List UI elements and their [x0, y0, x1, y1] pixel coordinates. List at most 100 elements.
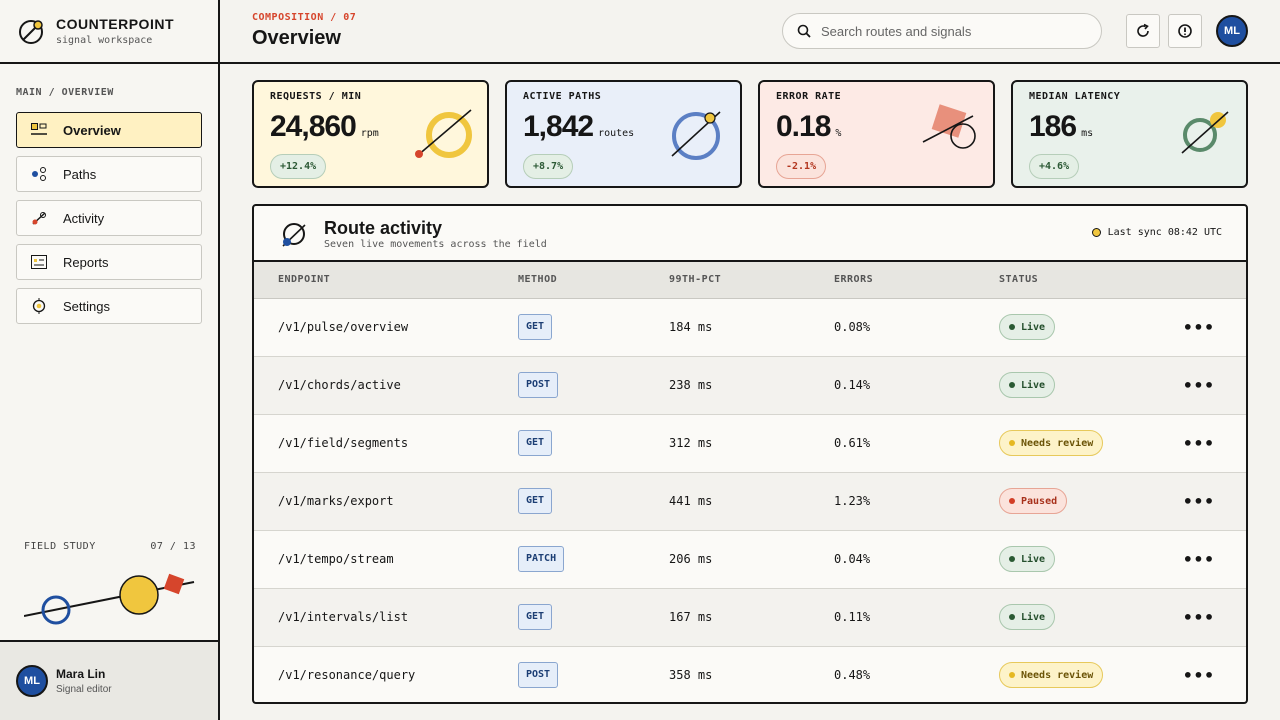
brand-name: COUNTERPOINT	[56, 16, 174, 32]
actions-cell: •••	[1169, 356, 1246, 415]
status-badge: Needs review	[999, 662, 1104, 688]
route-activity-panel: Route activity Seven live movements acro…	[252, 204, 1248, 704]
column-header-status[interactable]: STATUS	[999, 262, 1169, 299]
table-header-row: ENDPOINT METHOD 99TH-PCT ERRORS STATUS	[254, 262, 1246, 299]
route-activity-icon	[282, 223, 306, 247]
table-row[interactable]: /v1/field/segments GET 312 ms 0.61% Need…	[254, 414, 1246, 473]
status-badge: Live	[999, 546, 1056, 572]
status-cell: Needs review	[999, 646, 1169, 702]
column-header-p99[interactable]: 99TH-PCT	[669, 262, 834, 299]
table-row[interactable]: /v1/intervals/list GET 167 ms 0.11% Live…	[254, 588, 1246, 647]
table-row[interactable]: /v1/marks/export GET 441 ms 1.23% Paused…	[254, 472, 1246, 531]
status-dot-icon	[1009, 614, 1015, 620]
panel-title: Route activity	[324, 218, 443, 238]
endpoint-cell: /v1/pulse/overview	[254, 298, 518, 357]
nav-section-label: MAIN / OVERVIEW	[16, 87, 114, 98]
sidebar-item-paths[interactable]: Paths	[16, 156, 202, 192]
kpi-delta-badge: +12.4%	[270, 154, 327, 179]
kpi-label: ACTIVE PATHS	[523, 91, 602, 102]
sidebar-item-label: Overview	[63, 122, 121, 138]
more-options-icon[interactable]: •••	[1169, 550, 1215, 569]
search-icon	[797, 24, 811, 38]
method-cell: GET	[518, 298, 669, 357]
table-row[interactable]: /v1/pulse/overview GET 184 ms 0.08% Live…	[254, 298, 1246, 357]
column-header-errors[interactable]: ERRORS	[834, 262, 999, 299]
user-name: Mara Lin	[56, 667, 106, 681]
method-cell: GET	[518, 414, 669, 473]
brand-subtitle: signal workspace	[56, 35, 153, 46]
status-dot-icon	[1009, 672, 1015, 678]
method-cell: GET	[518, 472, 669, 531]
page-title: Overview	[252, 27, 341, 49]
header-avatar[interactable]: ML	[1216, 15, 1248, 47]
kpi-delta-badge: -2.1%	[776, 154, 827, 179]
status-cell: Needs review	[999, 414, 1169, 473]
actions-cell: •••	[1169, 472, 1246, 531]
kpi-card-error-rate[interactable]: ERROR RATE 0.18% -2.1%	[758, 80, 995, 188]
errors-cell: 0.04%	[834, 530, 999, 589]
user-profile[interactable]: ML Mara Lin Signal editor	[0, 640, 218, 720]
sidebar-item-label: Reports	[63, 254, 109, 270]
more-options-icon[interactable]: •••	[1169, 492, 1215, 511]
method-badge: GET	[518, 604, 553, 630]
kpi-delta-badge: +4.6%	[1029, 154, 1080, 179]
last-sync-status: Last sync 08:42 UTC	[1091, 227, 1222, 238]
kpi-card-active-paths[interactable]: ACTIVE PATHS 1,842 routes +8.7%	[505, 80, 742, 188]
kpi-card-median-latency[interactable]: MEDIAN LATENCY 186 ms +4.6%	[1011, 80, 1248, 188]
kpi-value: 186 ms	[1029, 110, 1094, 143]
p99-cell: 238 ms	[669, 356, 834, 415]
kpi-value: 24,860 rpm	[270, 110, 379, 143]
method-badge: GET	[518, 488, 553, 514]
kpi-value: 1,842 routes	[523, 110, 635, 143]
status-dot-icon	[1009, 556, 1015, 562]
brand[interactable]: COUNTERPOINT signal workspace	[0, 0, 218, 64]
alert-icon	[1178, 24, 1192, 38]
method-badge: GET	[518, 314, 553, 340]
method-badge: POST	[518, 372, 559, 398]
p99-cell: 441 ms	[669, 472, 834, 531]
kpi-label: ERROR RATE	[776, 91, 842, 102]
endpoint-cell: /v1/intervals/list	[254, 588, 518, 647]
more-options-icon[interactable]: •••	[1169, 666, 1215, 685]
endpoint-cell: /v1/tempo/stream	[254, 530, 518, 589]
sidebar-nav: Overview Paths Activity Reports Settings	[16, 112, 202, 332]
column-header-method[interactable]: METHOD	[518, 262, 669, 299]
p99-cell: 184 ms	[669, 298, 834, 357]
breadcrumb: COMPOSITION / 07	[252, 12, 357, 23]
sidebar-item-reports[interactable]: Reports	[16, 244, 202, 280]
endpoint-cell: /v1/resonance/query	[254, 646, 518, 702]
actions-cell: •••	[1169, 646, 1246, 702]
field-study-count: 07 / 13	[150, 541, 196, 552]
status-dot-icon	[1009, 440, 1015, 446]
more-options-icon[interactable]: •••	[1169, 434, 1215, 453]
search-input[interactable]	[821, 23, 1081, 39]
route-table: ENDPOINT METHOD 99TH-PCT ERRORS STATUS /…	[254, 262, 1246, 702]
kpi-delta-badge: +8.7%	[523, 154, 574, 179]
status-cell: Live	[999, 298, 1169, 357]
column-header-endpoint[interactable]: ENDPOINT	[254, 262, 518, 299]
sidebar-item-activity[interactable]: Activity	[16, 200, 202, 236]
sidebar-item-label: Settings	[63, 298, 110, 314]
kpi-unit: routes	[598, 128, 635, 139]
sync-text: Last sync 08:42 UTC	[1107, 227, 1222, 238]
more-options-icon[interactable]: •••	[1169, 376, 1215, 395]
sidebar-item-settings[interactable]: Settings	[16, 288, 202, 324]
table-row[interactable]: /v1/tempo/stream PATCH 206 ms 0.04% Live…	[254, 530, 1246, 589]
table-row[interactable]: /v1/resonance/query POST 358 ms 0.48% Ne…	[254, 646, 1246, 702]
table-row[interactable]: /v1/chords/active POST 238 ms 0.14% Live…	[254, 356, 1246, 415]
search-bar[interactable]	[782, 13, 1102, 49]
sidebar-item-overview[interactable]: Overview	[16, 112, 202, 148]
kpi-card-requests[interactable]: REQUESTS / MIN 24,860 rpm +12.4%	[252, 80, 489, 188]
method-cell: POST	[518, 646, 669, 702]
alerts-button[interactable]	[1168, 14, 1202, 48]
settings-icon	[30, 297, 48, 315]
sidebar: COUNTERPOINT signal workspace MAIN / OVE…	[0, 0, 220, 720]
refresh-button[interactable]	[1126, 14, 1160, 48]
more-options-icon[interactable]: •••	[1169, 318, 1215, 337]
paths-icon	[30, 165, 48, 183]
status-cell: Paused	[999, 472, 1169, 531]
p99-cell: 167 ms	[669, 588, 834, 647]
method-badge: PATCH	[518, 546, 565, 572]
top-header: COMPOSITION / 07 Overview ML	[220, 0, 1280, 64]
more-options-icon[interactable]: •••	[1169, 608, 1215, 627]
